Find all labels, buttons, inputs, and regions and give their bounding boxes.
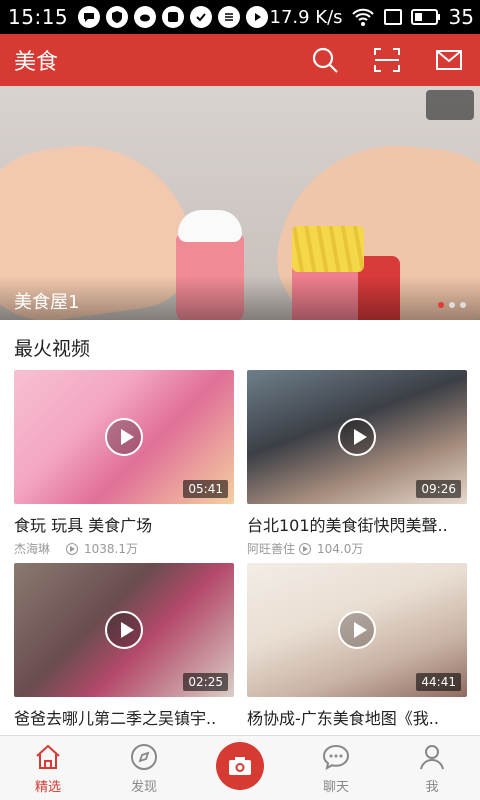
camera-button[interactable] <box>216 742 264 790</box>
video-duration: 09:26 <box>416 480 461 498</box>
video-thumbnail[interactable]: 02:25 <box>14 563 234 697</box>
list-icon <box>218 6 241 28</box>
nav-item-camera[interactable] <box>192 736 288 800</box>
nav-label: 发现 <box>130 780 157 795</box>
video-duration: 02:25 <box>183 673 228 691</box>
nav-label: 聊天 <box>322 780 349 795</box>
video-duration: 05:41 <box>183 480 228 498</box>
nav-item-featured[interactable]: 精选 <box>0 736 96 800</box>
nav-label: 我 <box>425 780 439 795</box>
weibo-icon <box>134 6 157 28</box>
video-author: 杰海琳 <box>14 542 51 556</box>
screen-icon <box>383 9 402 25</box>
video-title[interactable]: 爸爸去哪儿第二季之吴镇宇.. <box>14 705 234 729</box>
camera-icon <box>229 757 251 775</box>
video-meta: 阿旺善住 104.0万 <box>247 540 467 557</box>
message-icon <box>78 6 101 28</box>
messages-button[interactable] <box>418 34 480 86</box>
app-bar-actions <box>294 34 480 86</box>
video-card[interactable]: 44:41 杨协成-广东美食地图《我.. <box>247 563 467 729</box>
banner-caption: 美食屋1 <box>14 292 80 313</box>
shield-icon <box>106 6 129 28</box>
play-count-icon <box>66 542 78 555</box>
video-title[interactable]: 台北101的美食街快閃美聲.. <box>247 512 467 536</box>
video-card[interactable]: 09:26 台北101的美食街快閃美聲.. 阿旺善住 104.0万 <box>247 370 467 557</box>
banner-watermark <box>426 90 474 120</box>
status-time: 15:15 <box>8 5 69 29</box>
video-thumbnail[interactable]: 09:26 <box>247 370 467 504</box>
search-button[interactable] <box>294 34 356 86</box>
play-count-icon <box>299 542 311 555</box>
page-title: 美食 <box>14 50 59 75</box>
status-bar: 15:15 17.9 K/s 35 <box>0 0 480 34</box>
wifi-icon <box>351 8 374 26</box>
video-meta: 杰海琳 1038.1万 <box>14 540 234 557</box>
app-notification-icon <box>162 6 185 28</box>
video-play-count: 1038.1万 <box>84 542 138 556</box>
play-icon[interactable] <box>338 418 376 456</box>
home-icon <box>36 744 60 769</box>
play-icon[interactable] <box>105 418 143 456</box>
video-thumbnail[interactable]: 44:41 <box>247 563 467 697</box>
scan-icon <box>374 48 400 72</box>
video-author: 阿旺善住 <box>247 542 296 556</box>
play-notification-icon <box>246 6 269 28</box>
banner-image-cup-top <box>178 210 242 242</box>
banner-dot-3[interactable] <box>460 302 466 308</box>
scan-button[interactable] <box>356 34 418 86</box>
video-duration: 44:41 <box>416 673 461 691</box>
nav-item-chat[interactable]: 聊天 <box>288 736 384 800</box>
chat-icon <box>322 744 350 770</box>
nav-label: 精选 <box>34 780 61 795</box>
banner-pager <box>438 302 466 308</box>
compass-icon <box>131 744 157 770</box>
video-card[interactable]: 02:25 爸爸去哪儿第二季之吴镇宇.. <box>14 563 234 729</box>
nav-item-discover[interactable]: 发现 <box>96 736 192 800</box>
bottom-nav: 精选 发现 聊天 我 <box>0 735 480 800</box>
banner-image-fries <box>292 226 364 272</box>
banner-dot-2[interactable] <box>449 302 455 308</box>
battery-icon <box>410 9 440 25</box>
play-icon[interactable] <box>338 611 376 649</box>
video-title[interactable]: 食玩 玩具 美食广场 <box>14 512 234 536</box>
status-right: 17.9 K/s 35 <box>270 0 475 34</box>
mail-icon <box>436 50 462 70</box>
app-bar: 美食 <box>0 34 480 86</box>
play-icon[interactable] <box>105 611 143 649</box>
battery-level: 35 <box>448 5 474 29</box>
section-title: 最火视频 <box>14 338 91 360</box>
check-icon <box>190 6 213 28</box>
notification-icons <box>78 6 269 28</box>
video-title[interactable]: 杨协成-广东美食地图《我.. <box>247 705 467 729</box>
network-speed: 17.9 K/s <box>269 6 343 28</box>
video-thumbnail[interactable]: 05:41 <box>14 370 234 504</box>
person-icon <box>420 745 444 770</box>
video-play-count: 104.0万 <box>317 542 364 556</box>
banner-dot-1[interactable] <box>438 302 444 308</box>
nav-item-me[interactable]: 我 <box>384 736 480 800</box>
video-card[interactable]: 05:41 食玩 玩具 美食广场 杰海琳 1038.1万 <box>14 370 234 557</box>
search-icon <box>312 47 338 73</box>
featured-banner[interactable]: 美食屋1 <box>0 86 480 320</box>
